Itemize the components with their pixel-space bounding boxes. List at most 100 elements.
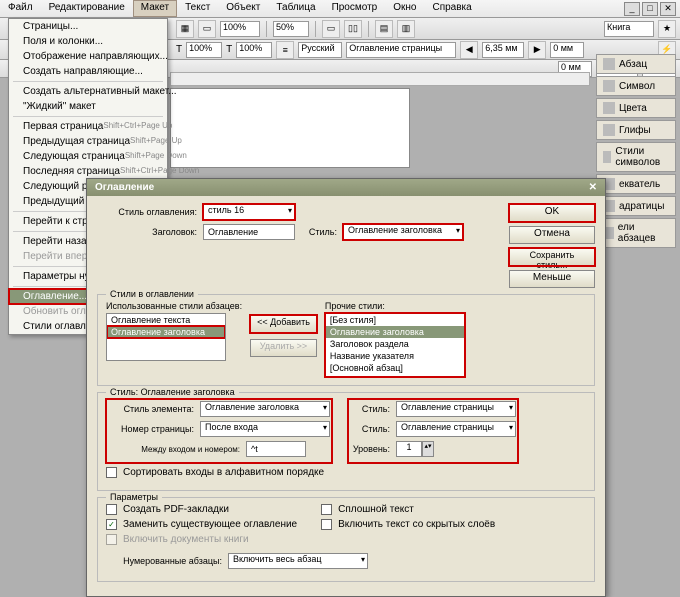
toc-style-label: Стиль оглавления: bbox=[97, 207, 197, 217]
panel-item[interactable]: Стили символов bbox=[596, 142, 676, 172]
menu-window[interactable]: Окно bbox=[385, 0, 424, 17]
panel-label: ели абзацев bbox=[618, 222, 669, 244]
dropdown-item[interactable]: Создать альтернативный макет... bbox=[9, 84, 167, 99]
dropdown-item[interactable]: "Жидкий" макет bbox=[9, 99, 167, 114]
dialog-title: Оглавление bbox=[95, 182, 154, 193]
menu-object[interactable]: Объект bbox=[218, 0, 268, 17]
tool-select-icon[interactable]: ▭ bbox=[198, 20, 216, 38]
element-style-label: Стиль элемента: bbox=[108, 404, 194, 414]
panel-label: екватель bbox=[619, 179, 660, 190]
tool-b-icon[interactable]: ▥ bbox=[397, 20, 415, 38]
panel-item[interactable]: ели абзацев bbox=[596, 218, 676, 248]
dialog-close-icon[interactable]: ✕ bbox=[589, 182, 597, 193]
element-style-select[interactable]: Оглавление заголовка bbox=[200, 401, 330, 417]
pdf-bookmarks-checkbox[interactable] bbox=[106, 504, 117, 515]
dropdown-item[interactable]: Отображение направляющих... bbox=[9, 49, 167, 64]
dropdown-item[interactable]: Первая страницаShift+Ctrl+Page Up bbox=[9, 119, 167, 134]
panel-icon bbox=[603, 151, 611, 163]
title-style-select[interactable]: Оглавление заголовка bbox=[343, 224, 463, 240]
tool-spread-icon[interactable]: ▯▯ bbox=[344, 20, 362, 38]
page-number-select[interactable]: После входа bbox=[200, 421, 330, 437]
close-button[interactable]: ✕ bbox=[660, 2, 676, 16]
book-select[interactable]: Книга bbox=[604, 21, 654, 37]
dropdown-item[interactable]: Предыдущая страницаShift+Page Up bbox=[9, 134, 167, 149]
runin-label: Сплошной текст bbox=[338, 504, 414, 515]
dim-1[interactable]: 6,35 мм bbox=[482, 42, 524, 58]
locale-select[interactable]: Русский bbox=[298, 42, 342, 58]
style-b-select[interactable]: Оглавление страницы bbox=[396, 421, 516, 437]
panel-item[interactable]: Глифы bbox=[596, 120, 676, 140]
cancel-button[interactable]: Отмена bbox=[509, 226, 595, 244]
save-style-button[interactable]: Сохранить стиль... bbox=[509, 248, 595, 266]
numbered-select[interactable]: Включить весь абзац bbox=[228, 553, 368, 569]
runin-checkbox[interactable] bbox=[321, 504, 332, 515]
dialog-titlebar[interactable]: Оглавление ✕ bbox=[87, 179, 605, 196]
tool-star-icon[interactable]: ★ bbox=[658, 20, 676, 38]
panel-icon bbox=[603, 124, 615, 136]
window-controls: _ □ ✕ bbox=[624, 2, 676, 16]
list-item[interactable]: Название указателя bbox=[326, 350, 464, 362]
tool-grid-icon[interactable]: ▦ bbox=[176, 20, 194, 38]
dropdown-item[interactable]: Следующая страницаShift+Page Down bbox=[9, 149, 167, 164]
list-item[interactable]: Заголовок раздела bbox=[326, 338, 464, 350]
params-legend: Параметры bbox=[106, 492, 162, 502]
numbered-label: Нумерованные абзацы: bbox=[106, 556, 222, 566]
para-style-select[interactable]: Оглавление страницы bbox=[346, 42, 456, 58]
used-styles-list[interactable]: Оглавление текста Оглавление заголовка bbox=[106, 313, 226, 361]
list-item[interactable]: [Основной абзац] bbox=[326, 362, 464, 374]
dropdown-item[interactable]: Последняя страницаShift+Ctrl+Page Down bbox=[9, 164, 167, 179]
tool-a-icon[interactable]: ▤ bbox=[375, 20, 393, 38]
toc-style-select[interactable]: стиль 16 bbox=[203, 204, 295, 220]
zoom-2[interactable]: 50% bbox=[273, 21, 309, 37]
tool-page-icon[interactable]: ▭ bbox=[322, 20, 340, 38]
menu-edit[interactable]: Редактирование bbox=[41, 0, 133, 17]
type-label-1: T bbox=[176, 44, 182, 55]
level-spinner[interactable]: 1▴▾ bbox=[396, 441, 434, 457]
include-book-checkbox[interactable] bbox=[106, 534, 117, 545]
ok-button[interactable]: OK bbox=[509, 204, 595, 222]
sort-checkbox[interactable] bbox=[106, 467, 117, 478]
text-size-1[interactable]: 100% bbox=[186, 42, 222, 58]
dropdown-item[interactable]: Страницы... bbox=[9, 19, 167, 34]
maximize-button[interactable]: □ bbox=[642, 2, 658, 16]
indent-right-icon[interactable]: ▶ bbox=[528, 41, 546, 59]
menu-text[interactable]: Текст bbox=[177, 0, 218, 17]
remove-button[interactable]: Удалить >> bbox=[250, 339, 317, 357]
panel-label: Глифы bbox=[619, 125, 651, 136]
params-fieldset: Параметры Создать PDF-закладки ✓Заменить… bbox=[97, 497, 595, 582]
panel-item[interactable]: Цвета bbox=[596, 98, 676, 118]
menu-view[interactable]: Просмотр bbox=[324, 0, 386, 17]
align-icon[interactable]: ≡ bbox=[276, 41, 294, 59]
style-a-label: Стиль: bbox=[350, 404, 390, 414]
panel-item[interactable]: екватель bbox=[596, 174, 676, 194]
list-item[interactable]: Оглавление заголовка bbox=[326, 326, 464, 338]
menu-layout[interactable]: Макет bbox=[133, 0, 177, 17]
menu-help[interactable]: Справка bbox=[424, 0, 479, 17]
dropdown-item[interactable]: Поля и колонки... bbox=[9, 34, 167, 49]
zoom-1[interactable]: 100% bbox=[220, 21, 260, 37]
minimize-button[interactable]: _ bbox=[624, 2, 640, 16]
used-styles-label: Использованные стили абзацев: bbox=[106, 301, 242, 311]
title-input[interactable] bbox=[203, 224, 295, 240]
list-item[interactable]: Оглавление текста bbox=[107, 314, 225, 326]
between-label: Между входом и номером: bbox=[108, 445, 240, 454]
horizontal-ruler bbox=[170, 72, 590, 86]
dim-2[interactable]: 0 мм bbox=[550, 42, 584, 58]
title-style-label: Стиль: bbox=[301, 227, 337, 237]
other-styles-list[interactable]: [Без стиля] Оглавление заголовка Заголов… bbox=[325, 313, 465, 377]
between-input[interactable] bbox=[246, 441, 306, 457]
menu-table[interactable]: Таблица bbox=[268, 0, 323, 17]
menu-file[interactable]: Файл bbox=[0, 0, 41, 17]
panel-item[interactable]: Абзац bbox=[596, 54, 676, 74]
dropdown-item[interactable]: Создать направляющие... bbox=[9, 64, 167, 79]
style-a-select[interactable]: Оглавление страницы bbox=[396, 401, 516, 417]
add-button[interactable]: << Добавить bbox=[250, 315, 317, 333]
indent-left-icon[interactable]: ◀ bbox=[460, 41, 478, 59]
panel-item[interactable]: адратицы bbox=[596, 196, 676, 216]
less-button[interactable]: Меньше bbox=[509, 270, 595, 288]
panel-item[interactable]: Символ bbox=[596, 76, 676, 96]
list-item[interactable]: [Без стиля] bbox=[326, 314, 464, 326]
list-item[interactable]: Оглавление заголовка bbox=[107, 326, 225, 338]
text-size-2[interactable]: 100% bbox=[236, 42, 272, 58]
type-label-2: T bbox=[226, 44, 232, 55]
